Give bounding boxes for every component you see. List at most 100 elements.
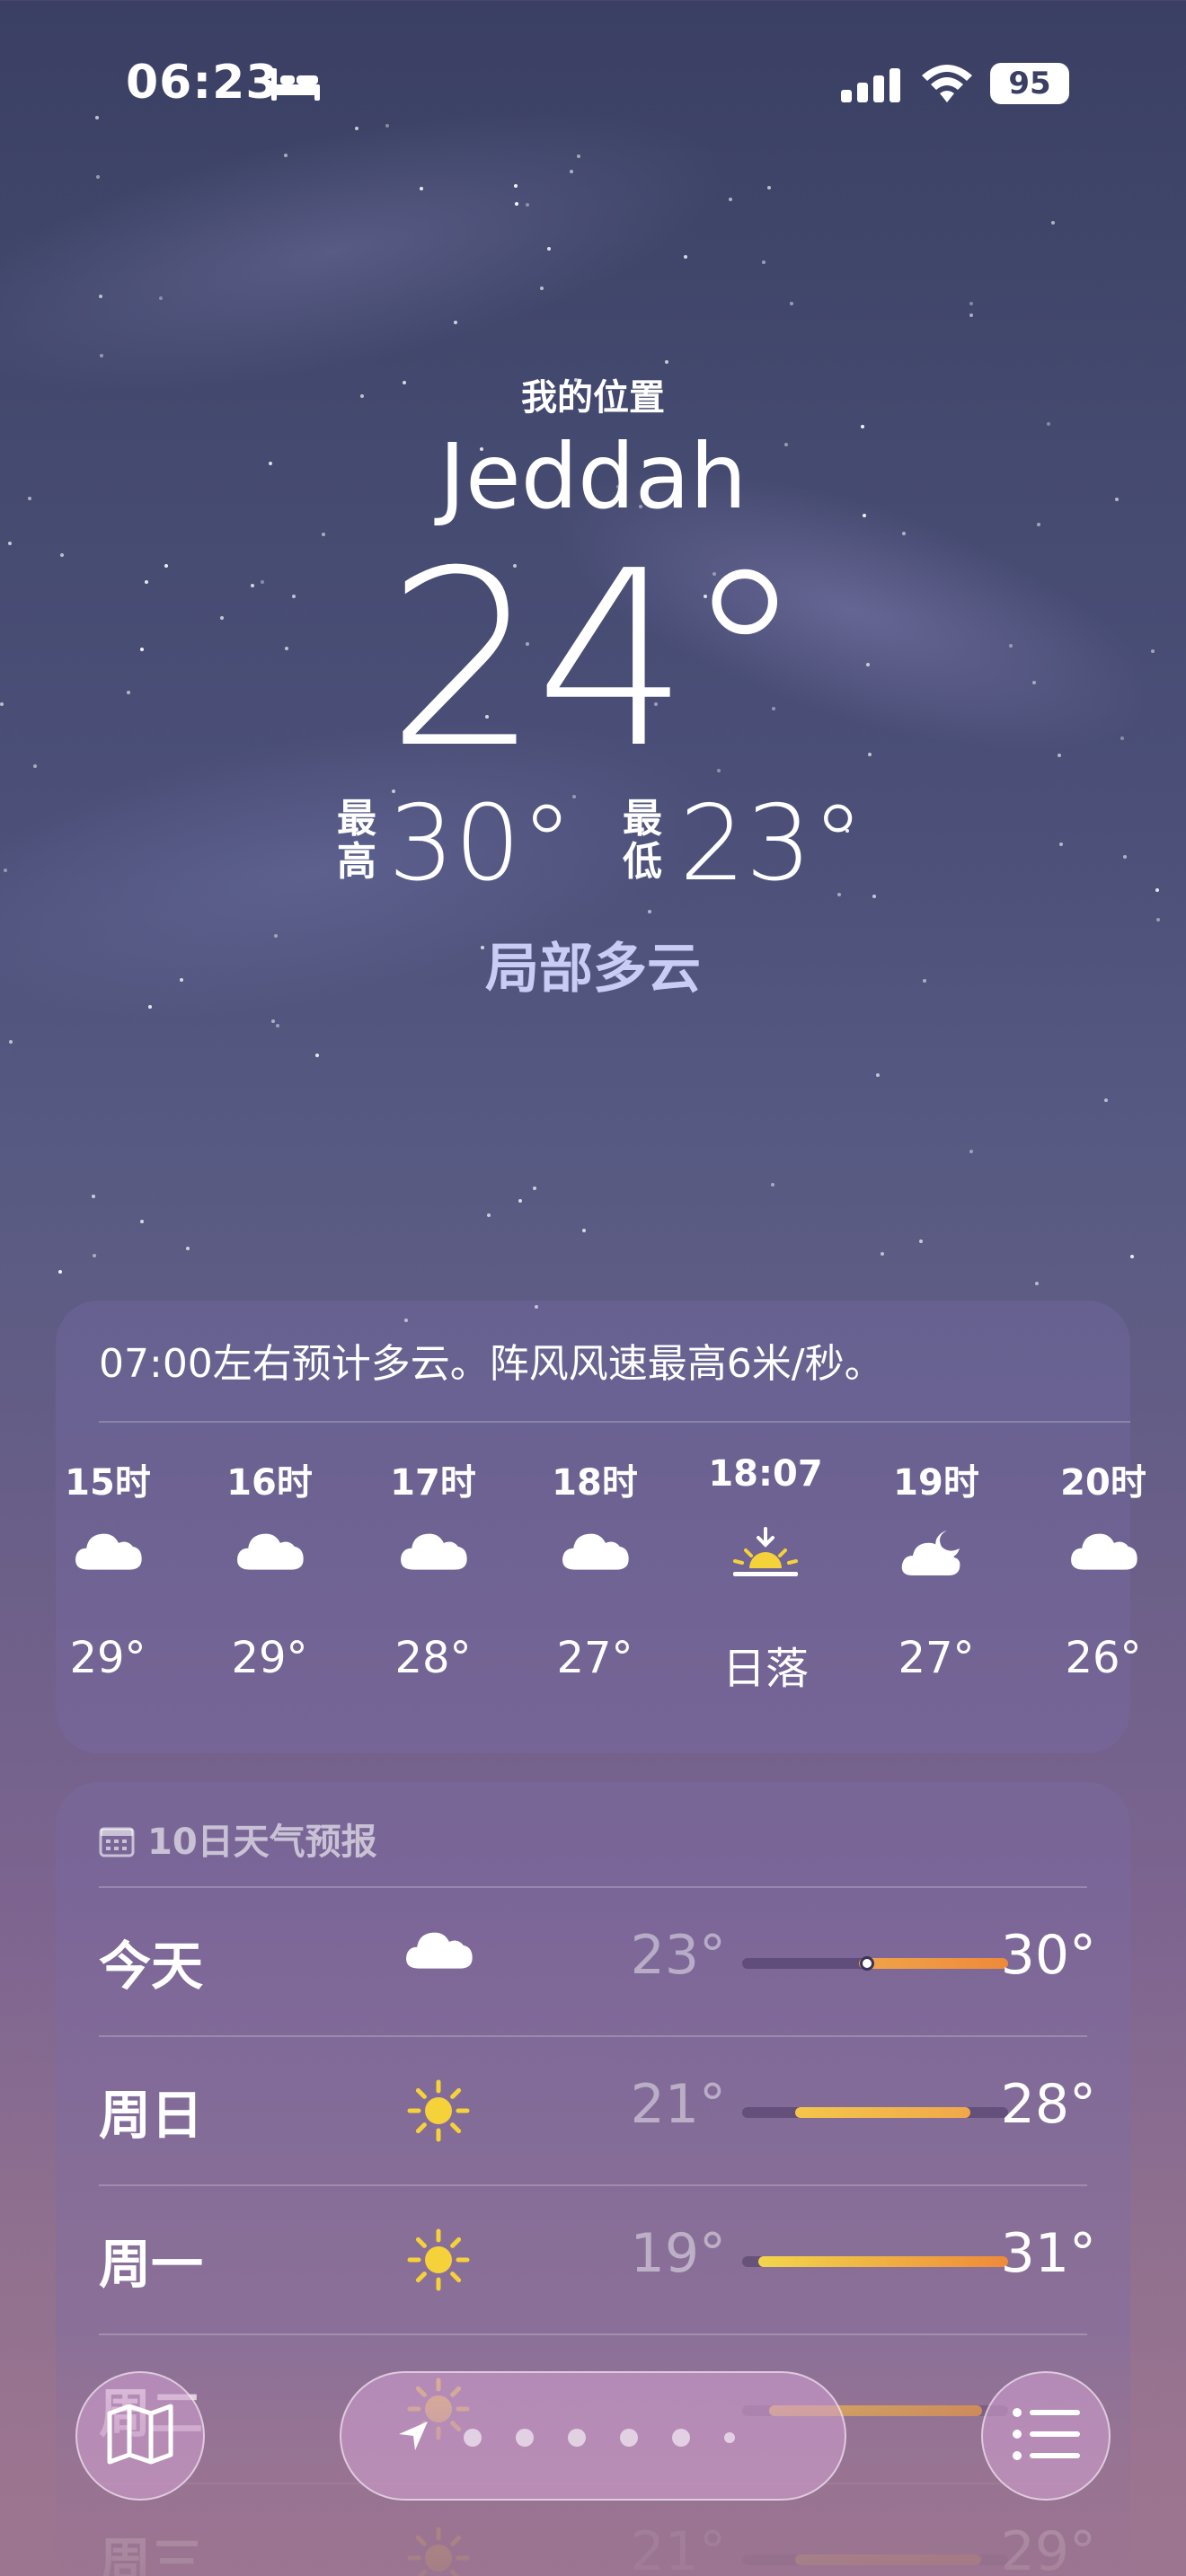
- current-temp-marker: [860, 1956, 874, 1971]
- sleep-focus-icon: [270, 66, 322, 106]
- cloud-moon-icon: [855, 1507, 1017, 1615]
- star: [93, 1254, 96, 1257]
- hour-label: 18:07: [708, 1453, 823, 1495]
- day-name: 周日: [99, 2085, 204, 2146]
- star: [570, 170, 573, 173]
- hour-label: 18时: [552, 1462, 638, 1504]
- star: [92, 1195, 95, 1198]
- hour-temperature: 26°: [1065, 1633, 1142, 1683]
- star: [767, 186, 771, 190]
- star: [515, 202, 518, 206]
- hour-item: 17时 28°: [352, 1453, 514, 1683]
- star: [902, 532, 906, 535]
- star: [186, 1247, 190, 1250]
- location-list-button[interactable]: [981, 2371, 1111, 2501]
- star: [420, 187, 423, 190]
- day-low-temperature: 21°: [630, 2073, 726, 2136]
- star: [876, 1073, 880, 1077]
- cloud-icon: [1022, 1507, 1184, 1615]
- hour-temperature: 27°: [898, 1633, 975, 1683]
- sun-icon: [403, 2224, 474, 2299]
- wifi-icon: [920, 65, 974, 108]
- star: [540, 287, 544, 290]
- list-icon: [1010, 2405, 1082, 2466]
- star: [96, 175, 100, 179]
- divider: [99, 2035, 1087, 2037]
- star: [514, 184, 518, 188]
- hourly-forecast-card[interactable]: 07:00左右预计多云。阵风风速最高6米/秒。 15时 29° 16时 29° 17时 2…: [56, 1301, 1146, 1753]
- star: [771, 1183, 774, 1187]
- star: [729, 198, 732, 201]
- location-pager[interactable]: [340, 2371, 846, 2501]
- page-dot: [568, 2429, 586, 2447]
- star: [385, 124, 389, 128]
- star: [665, 360, 668, 364]
- star: [582, 1229, 586, 1232]
- day-row[interactable]: 周一 19° 31°: [99, 2184, 1096, 2333]
- hour-temperature: 27°: [556, 1633, 633, 1683]
- cloud-icon: [189, 1507, 350, 1615]
- calendar-icon: [99, 1825, 135, 1866]
- day-name: 周一: [99, 2234, 204, 2295]
- day-row[interactable]: 今天 23° 30°: [99, 1886, 1096, 2035]
- temperature-range-fill: [859, 1958, 1008, 1969]
- star: [533, 1187, 536, 1190]
- hour-item: 18:07 日落: [685, 1453, 846, 1696]
- star: [684, 255, 687, 259]
- star: [518, 1199, 522, 1203]
- sunset-icon: [685, 1507, 846, 1615]
- current-location-icon: [395, 2418, 431, 2457]
- star: [140, 1220, 144, 1223]
- weather-condition: 局部多云: [485, 938, 701, 1001]
- hour-item: 16时 29°: [189, 1453, 350, 1683]
- current-temperature: 24°: [385, 518, 806, 801]
- star: [454, 321, 457, 324]
- cloud-icon: [27, 1507, 189, 1615]
- star: [648, 910, 651, 913]
- page-dot: [516, 2429, 534, 2447]
- status-bar: 06:23 95: [0, 56, 1186, 119]
- star: [919, 1239, 923, 1243]
- cloud-icon: [514, 1507, 676, 1615]
- ten-day-title: 10日天气预报: [147, 1822, 377, 1863]
- temperature-range-fill: [795, 2107, 970, 2118]
- hour-label: 17时: [390, 1462, 476, 1504]
- page-dot: [672, 2429, 690, 2447]
- star: [9, 1040, 13, 1044]
- star: [1035, 1282, 1039, 1285]
- high-low-temperatures: 最高 30° 最低 23°: [0, 790, 1186, 898]
- map-icon: [106, 2403, 174, 2469]
- star: [315, 1054, 319, 1057]
- day-high-temperature: 31°: [1000, 2222, 1096, 2285]
- divider: [99, 2184, 1087, 2186]
- star: [1051, 221, 1055, 225]
- star: [790, 302, 793, 305]
- forecast-summary: 07:00左右预计多云。阵风风速最高6米/秒。: [99, 1341, 884, 1387]
- star: [969, 302, 973, 305]
- day-name: 今天: [99, 1936, 204, 1997]
- location-label: 我的位置: [521, 377, 665, 419]
- hour-label: 16时: [226, 1462, 313, 1504]
- day-row[interactable]: 周日 21° 28°: [99, 2035, 1096, 2184]
- low-label: 最低: [623, 796, 662, 885]
- star: [58, 1270, 62, 1274]
- temperature-range-bar: [742, 1956, 1008, 1971]
- star: [1104, 1098, 1108, 1102]
- star: [487, 1213, 491, 1217]
- hour-temperature: 29°: [231, 1633, 308, 1683]
- star: [1156, 918, 1160, 922]
- star: [969, 1150, 973, 1153]
- temperature-range-bar: [742, 2107, 1008, 2118]
- hour-item: 18时 27°: [514, 1453, 676, 1683]
- star: [271, 1019, 275, 1023]
- current-weather: 我的位置 Jeddah 24° 最高 30° 最低 23° 局部多云: [0, 368, 1186, 1001]
- star: [276, 1024, 279, 1028]
- star: [526, 203, 529, 207]
- day-high-temperature: 28°: [1000, 2073, 1096, 2136]
- hour-temperature: 29°: [69, 1633, 146, 1683]
- divider: [99, 1421, 1130, 1423]
- high-temperature: 30°: [388, 783, 573, 904]
- hour-label: 20时: [1060, 1462, 1146, 1504]
- cloud-icon: [403, 1926, 474, 1974]
- map-button[interactable]: [75, 2371, 205, 2501]
